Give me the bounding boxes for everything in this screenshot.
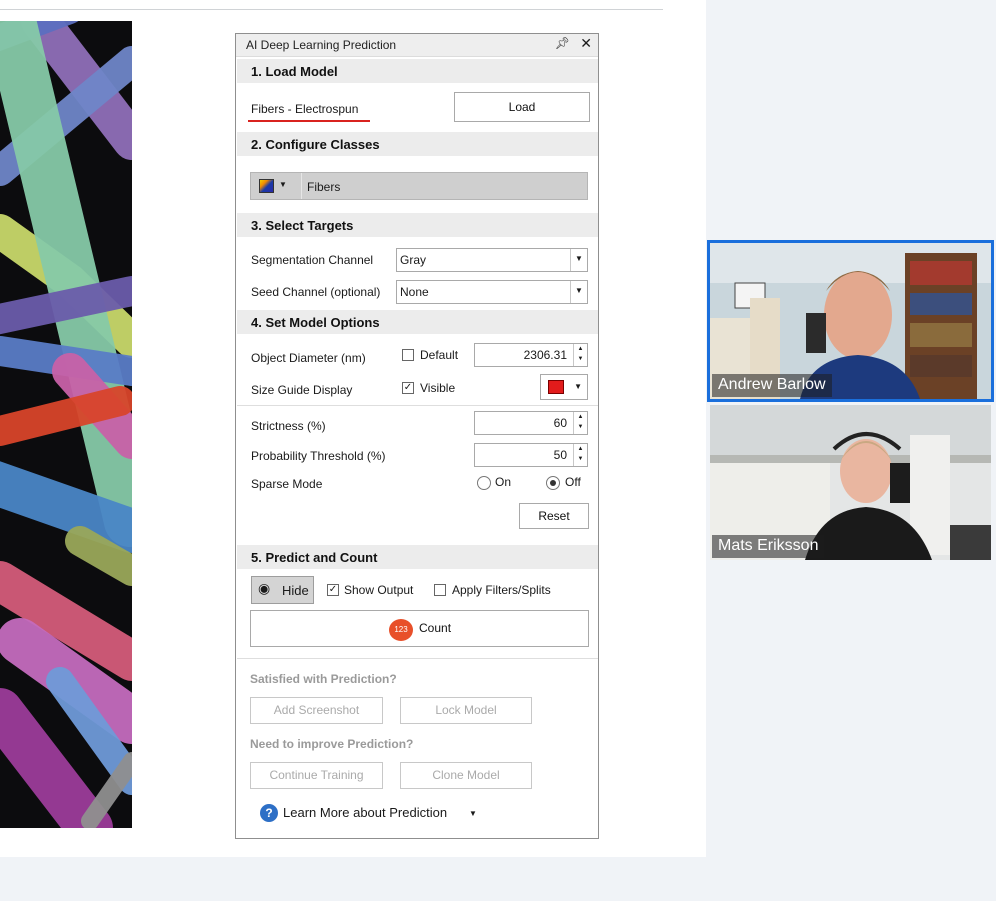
hide-button[interactable]: ◉ Hide	[251, 576, 314, 604]
section-heading: 4. Set Model Options	[251, 315, 380, 330]
eye-icon: ◉	[258, 580, 271, 596]
object-diameter-value: 2306.31	[523, 348, 567, 362]
show-output-label: Show Output	[344, 583, 414, 597]
participant-name: Andrew Barlow	[712, 374, 832, 397]
learn-more-link[interactable]: Learn More about Prediction	[283, 805, 447, 820]
section-heading: 3. Select Targets	[251, 218, 354, 233]
count-badge-icon: 123	[389, 619, 413, 641]
sparse-on-radio[interactable]	[477, 476, 491, 490]
chevron-down-icon[interactable]: ▼	[570, 281, 587, 303]
chevron-down-icon[interactable]: ▼	[469, 809, 477, 818]
shared-screen: AI Deep Learning Prediction 📌︎ ✕ 1. Load…	[0, 0, 706, 857]
object-diameter-input[interactable]: 2306.31 ▲ ▼	[474, 343, 588, 367]
seed-channel-select[interactable]: None ▼	[396, 280, 588, 304]
segmentation-image	[0, 21, 132, 828]
divider	[237, 658, 598, 659]
seed-channel-label: Seed Channel (optional)	[251, 285, 381, 299]
seed-channel-value: None	[400, 285, 429, 299]
segmentation-channel-label: Segmentation Channel	[251, 253, 374, 267]
default-label: Default	[420, 348, 459, 362]
spinner-icon[interactable]: ▲ ▼	[573, 412, 587, 434]
panel-titlebar: AI Deep Learning Prediction 📌︎ ✕	[236, 34, 598, 57]
ai-prediction-panel: AI Deep Learning Prediction 📌︎ ✕ 1. Load…	[235, 33, 599, 839]
sparse-mode-label: Sparse Mode	[251, 477, 323, 491]
apply-filters-label: Apply Filters/Splits	[452, 583, 551, 597]
section-heading: 5. Predict and Count	[251, 550, 378, 565]
size-guide-label: Size Guide Display	[251, 383, 353, 397]
count-label: Count	[419, 621, 452, 635]
probability-threshold-label: Probability Threshold (%)	[251, 449, 386, 463]
lock-model-button[interactable]: Lock Model	[400, 697, 532, 724]
class-row[interactable]: ▼ Fibers	[250, 172, 588, 200]
model-underline	[248, 120, 370, 122]
section-predict-count: 5. Predict and Count	[237, 545, 598, 569]
visible-checkbox[interactable]: ✓	[402, 382, 414, 394]
spinner-icon[interactable]: ▲ ▼	[573, 444, 587, 466]
section-heading: 1. Load Model	[251, 64, 338, 79]
hide-label: Hide	[282, 583, 309, 598]
probability-threshold-input[interactable]: 50 ▲ ▼	[474, 443, 588, 467]
participant-name: Mats Eriksson	[712, 535, 825, 558]
panel-title: AI Deep Learning Prediction	[246, 38, 397, 52]
reset-button[interactable]: Reset	[519, 503, 589, 529]
satisfied-heading: Satisfied with Prediction?	[250, 672, 397, 686]
clone-model-button[interactable]: Clone Model	[400, 762, 532, 789]
show-output-checkbox[interactable]: ✓	[327, 584, 339, 596]
sparse-off-label: Off	[565, 475, 581, 489]
apply-filters-checkbox[interactable]	[434, 584, 446, 596]
separator	[301, 173, 302, 199]
object-diameter-label: Object Diameter (nm)	[251, 351, 366, 365]
visible-label: Visible	[420, 381, 456, 395]
section-configure-classes: 2. Configure Classes	[237, 132, 598, 156]
segmentation-channel-value: Gray	[400, 253, 427, 267]
chevron-down-icon[interactable]: ▼	[574, 382, 582, 391]
load-button[interactable]: Load	[454, 92, 590, 122]
spinner-icon[interactable]: ▲ ▼	[573, 344, 587, 366]
add-screenshot-button[interactable]: Add Screenshot	[250, 697, 383, 724]
section-heading: 2. Configure Classes	[251, 137, 380, 152]
sparse-on-label: On	[495, 475, 512, 489]
strictness-input[interactable]: 60 ▲ ▼	[474, 411, 588, 435]
count-button[interactable]: 123 Count	[250, 610, 589, 647]
model-name: Fibers - Electrospun	[251, 102, 359, 116]
section-set-model-options: 4. Set Model Options	[237, 310, 598, 334]
video-tile[interactable]: Mats Eriksson	[710, 405, 991, 560]
color-swatch	[548, 380, 564, 394]
class-color-icon[interactable]	[259, 179, 274, 193]
close-icon[interactable]: ✕	[580, 35, 592, 52]
video-tile-active[interactable]: Andrew Barlow	[707, 240, 994, 402]
default-checkbox[interactable]	[402, 349, 414, 361]
guide-color-picker[interactable]: ▼	[540, 374, 588, 400]
divider	[0, 9, 663, 10]
section-load-model: 1. Load Model	[237, 59, 598, 83]
pin-icon[interactable]: 📌︎	[555, 36, 570, 50]
strictness-label: Strictness (%)	[251, 419, 326, 433]
chevron-down-icon[interactable]: ▼	[279, 180, 287, 189]
continue-training-button[interactable]: Continue Training	[250, 762, 383, 789]
improve-heading: Need to improve Prediction?	[250, 737, 414, 751]
sparse-off-radio[interactable]	[546, 476, 560, 490]
help-icon: ?	[260, 804, 278, 822]
divider	[237, 405, 598, 406]
strictness-value: 60	[553, 416, 567, 430]
section-select-targets: 3. Select Targets	[237, 213, 598, 237]
segmentation-channel-select[interactable]: Gray ▼	[396, 248, 588, 272]
class-name: Fibers	[307, 180, 341, 194]
chevron-down-icon[interactable]: ▼	[570, 249, 587, 271]
probability-threshold-value: 50	[553, 448, 567, 462]
